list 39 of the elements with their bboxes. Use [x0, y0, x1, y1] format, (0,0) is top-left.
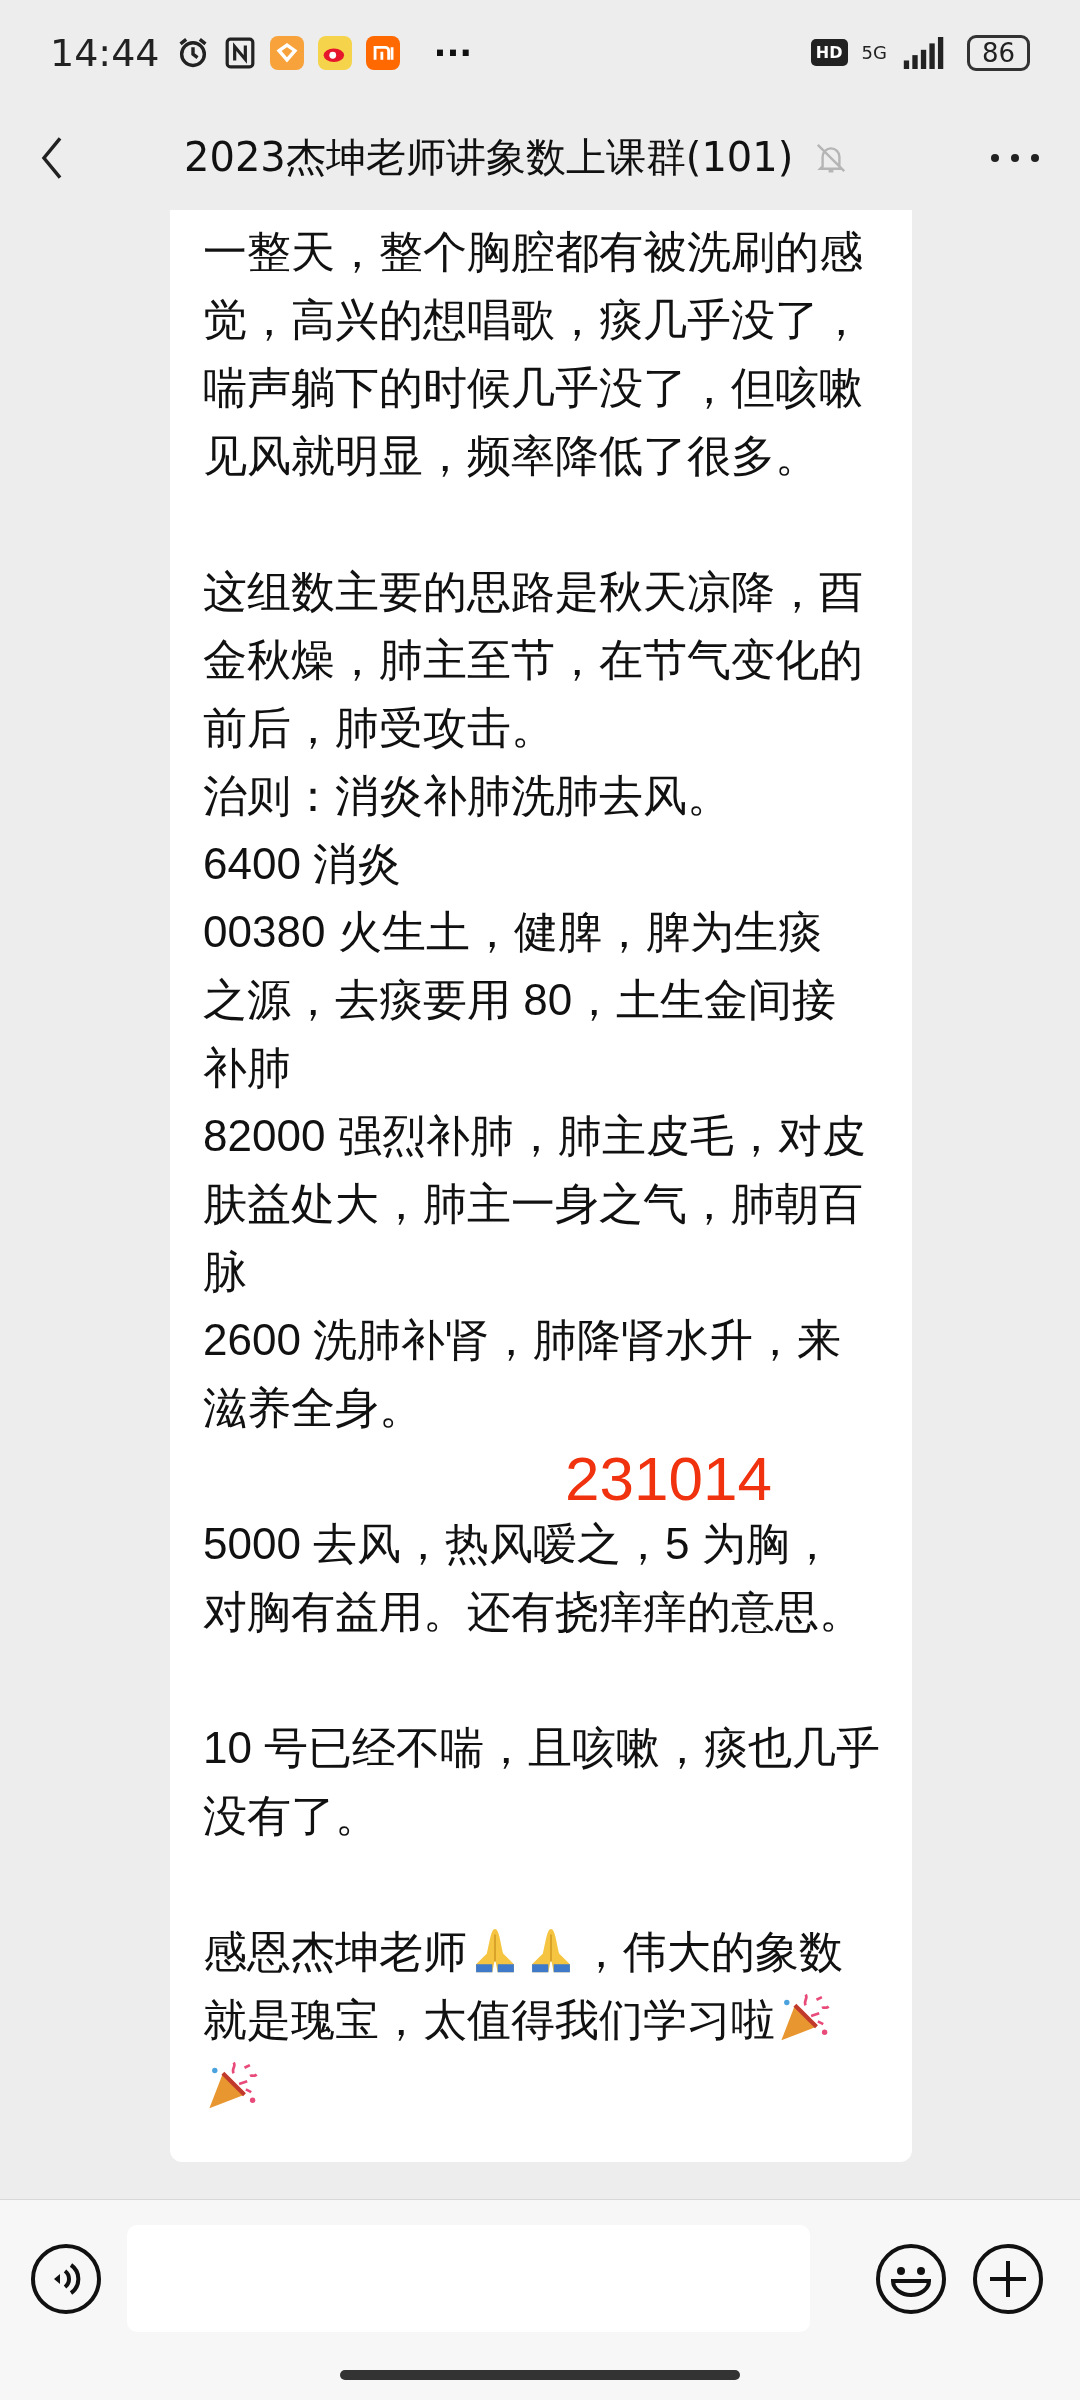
message-text: 00380 火生土，健脾，脾为生痰	[203, 906, 823, 958]
chat-title: 2023杰坤老师讲象数上课群(101)	[184, 133, 794, 182]
message-text: 就是瑰宝，太值得我们学习啦	[203, 1995, 775, 2044]
message-text: 10 号已经不喘，且咳嗽，痰也几乎	[203, 1722, 882, 1774]
message-text: 见风就明显，频率降低了很多。	[203, 430, 820, 482]
message-text: 脉	[203, 1246, 248, 1298]
message-text: 肤益处大，肺主一身之气，肺朝百	[203, 1178, 864, 1230]
voice-icon[interactable]	[30, 2242, 102, 2315]
more-notifications: ···	[433, 32, 473, 73]
message-text: 觉，高兴的想唱歌，痰几乎没了，	[203, 294, 864, 346]
message-text: 喘声躺下的时候几乎没了，但咳嗽	[203, 362, 864, 414]
message-text: 金秋燥，肺主至节，在节气变化的	[203, 634, 864, 686]
message-text: 治则：消炎补肺洗肺去风。	[203, 770, 732, 822]
message-text: 滋养全身。	[203, 1382, 424, 1434]
message-text: 一整天，整个胸腔都有被洗刷的感	[203, 226, 864, 278]
message-text: 5000 去风，热风嗳之，5 为胸，	[203, 1518, 835, 1570]
message-text: 这组数主要的思路是秋天凉降，酉	[203, 566, 864, 618]
message-text: 82000 强烈补肺，肺主皮毛，对皮	[203, 1110, 867, 1162]
message-text: 没有了。	[203, 1790, 380, 1842]
message-text: 6400 消炎	[203, 838, 403, 890]
clock-time: 14:44	[50, 30, 160, 75]
app-icon	[269, 35, 304, 70]
network-label: 5G	[861, 42, 887, 63]
emoji-icon[interactable]	[875, 2242, 947, 2315]
message-text: 前后，肺受攻击。	[203, 702, 556, 754]
message-text: 2600 洗肺补肾，肺降肾水升，来	[203, 1314, 843, 1366]
message-text: 对胸有益用。还有挠痒痒的意思。	[203, 1586, 864, 1638]
app-icon	[365, 35, 400, 70]
message-text: 之源，去痰要用 80，土生金间接	[203, 974, 838, 1026]
more-icon[interactable]	[990, 152, 1040, 163]
message-text: ，伟大的象数	[579, 1927, 843, 1976]
add-icon[interactable]	[972, 2242, 1044, 2315]
date-text: 231014	[565, 1444, 772, 1514]
nfc-icon	[223, 36, 256, 69]
battery-level: 86	[966, 34, 1030, 71]
app-icon	[317, 35, 352, 70]
message-text: 感恩杰坤老师	[203, 1927, 467, 1976]
hd-badge: HD	[810, 39, 848, 66]
message-text: 补肺	[203, 1042, 292, 1094]
